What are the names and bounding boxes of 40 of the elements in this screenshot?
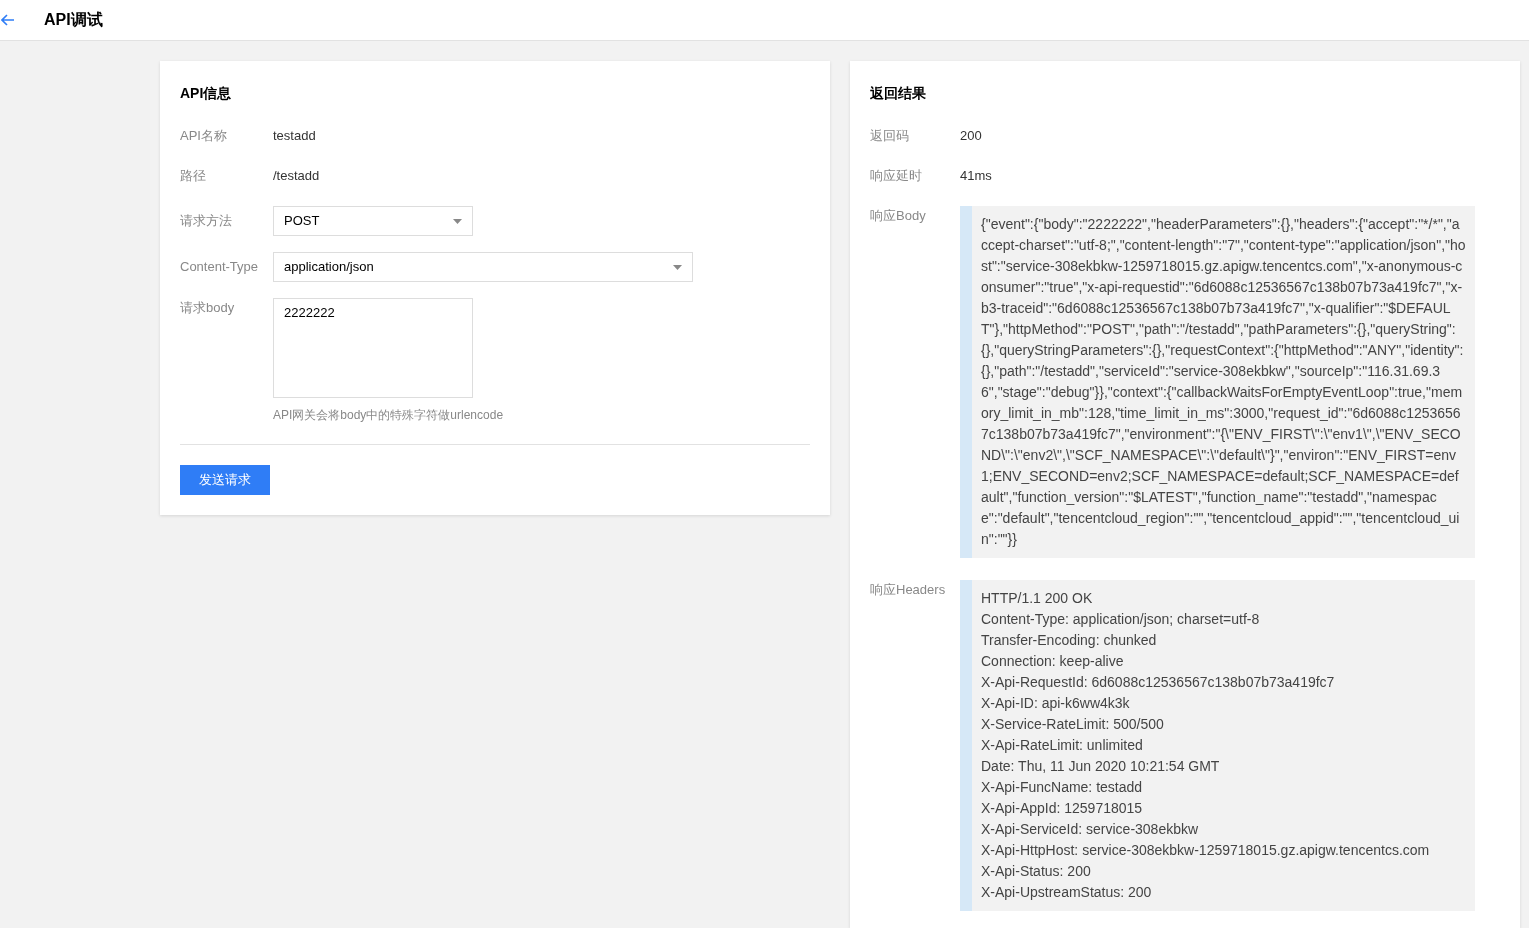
select-field[interactable]: application/json xyxy=(273,252,693,282)
header-line: X-Api-FuncName: testadd xyxy=(981,778,1144,797)
body-textarea[interactable]: 2222222 xyxy=(273,298,473,398)
field-label: 请求方法 xyxy=(180,212,233,230)
response-body: {"event":{"body":"2222222","headerParameters":{},"headers":{"accept":"*/*","accept-charset":"utf-8;","content-length":"7","content-type":"application/json","host":"service-308ekbkw-1259718015.gz.apigw.tencentcs.com","x-anonymous-consumer":"true","x-api-requestid":"6d6088c12536567c138b07b73a419fc7","x-b3-traceid":"6d6088c12536567c138b07b73a419fc7","x-qualifier":"$DEFAULT"},"httpMethod":"POST","path":"/testadd","pathParameters":{},"queryString":{},"queryStringParameters":{},"requestContext":{"httpMethod":"ANY","identity":{},"path":"/testadd","serviceId":"service-308ekbkw","sourceIp":"116.31.69.36","stage":"debug"}},"context":{"callbackWaitsForEmptyEventLoop":true,"memory_limit_in_mb":128,"time_limit_in_ms":3000,"request_id":"6d6088c12536567c138b07b73a419fc7","environment":"{\"ENV_FIRST\":\"env1\",\"ENV_SECOND\":\"env2\",\"SCF_NAMESPACE\":\"default\"}","environ":"ENV_FIRST=env1;ENV_SECOND=env2;SCF_NAMESPACE=default;SCF_NAMESPACE=default","function_version":"$LATEST","function_name":"testadd","namespace":"default","tencentcloud_region":"","tencentcloud_appid":"","tencentcloud_uin":""}} xyxy=(960,206,1475,558)
header-line: X-Api-RequestId: 6d6088c12536567c138b07b73a419fc7 xyxy=(981,673,1336,692)
header-line: Transfer-Encoding: chunked xyxy=(981,631,1158,650)
header-line: X-Api-AppId: 1259718015 xyxy=(981,799,1144,818)
field-label: 响应Headers xyxy=(870,581,947,599)
field-label: 路径 xyxy=(180,167,207,185)
header-line: X-Api-RateLimit: unlimited xyxy=(981,736,1144,755)
header-line: X-Api-Status: 200 xyxy=(981,862,1092,881)
header-line: X-Api-UpstreamStatus: 200 xyxy=(981,883,1153,902)
field-label: 响应延时 xyxy=(870,167,923,185)
header-line: X-Api-ID: api-k6ww4k3k xyxy=(981,694,1131,713)
card-title: API信息 xyxy=(180,84,233,103)
send-request-button[interactable]: 发送请求 xyxy=(180,465,270,495)
header-line: X-Api-HttpHost: service-308ekbkw-1259718015.gz.apigw.tencentcs.com xyxy=(981,841,1431,860)
header-line: Content-Type: application/json; charset=utf-8 xyxy=(981,610,1261,629)
select-field[interactable]: POST xyxy=(273,206,473,236)
card-title: 返回结果 xyxy=(870,84,927,103)
back-arrow-icon[interactable] xyxy=(1,14,15,26)
header-line: X-Service-RateLimit: 500/500 xyxy=(981,715,1165,734)
page-title: API调试 xyxy=(44,10,103,30)
header-line: X-Api-ServiceId: service-308ekbkw xyxy=(981,820,1200,839)
caret-icon xyxy=(453,218,462,224)
header-line: Connection: keep-alive xyxy=(981,652,1125,671)
field-label: 响应Body xyxy=(870,207,927,225)
field-label: API名称 xyxy=(180,127,228,145)
header-line: HTTP/1.1 200 OK xyxy=(981,589,1094,608)
field-label: 请求body xyxy=(180,299,236,317)
field-value: 41ms xyxy=(960,167,992,186)
field-label: 返回码 xyxy=(870,127,910,145)
field-value: testadd xyxy=(273,127,316,146)
field-value: /testadd xyxy=(273,167,320,186)
header-line: Date: Thu, 11 Jun 2020 10:21:54 GMT xyxy=(981,757,1221,776)
field-value: 200 xyxy=(960,127,982,146)
caret-icon xyxy=(673,264,682,270)
field-label: Content-Type xyxy=(180,258,260,276)
hint-text: API网关会将body中的特殊字符做urlencode xyxy=(273,407,504,424)
